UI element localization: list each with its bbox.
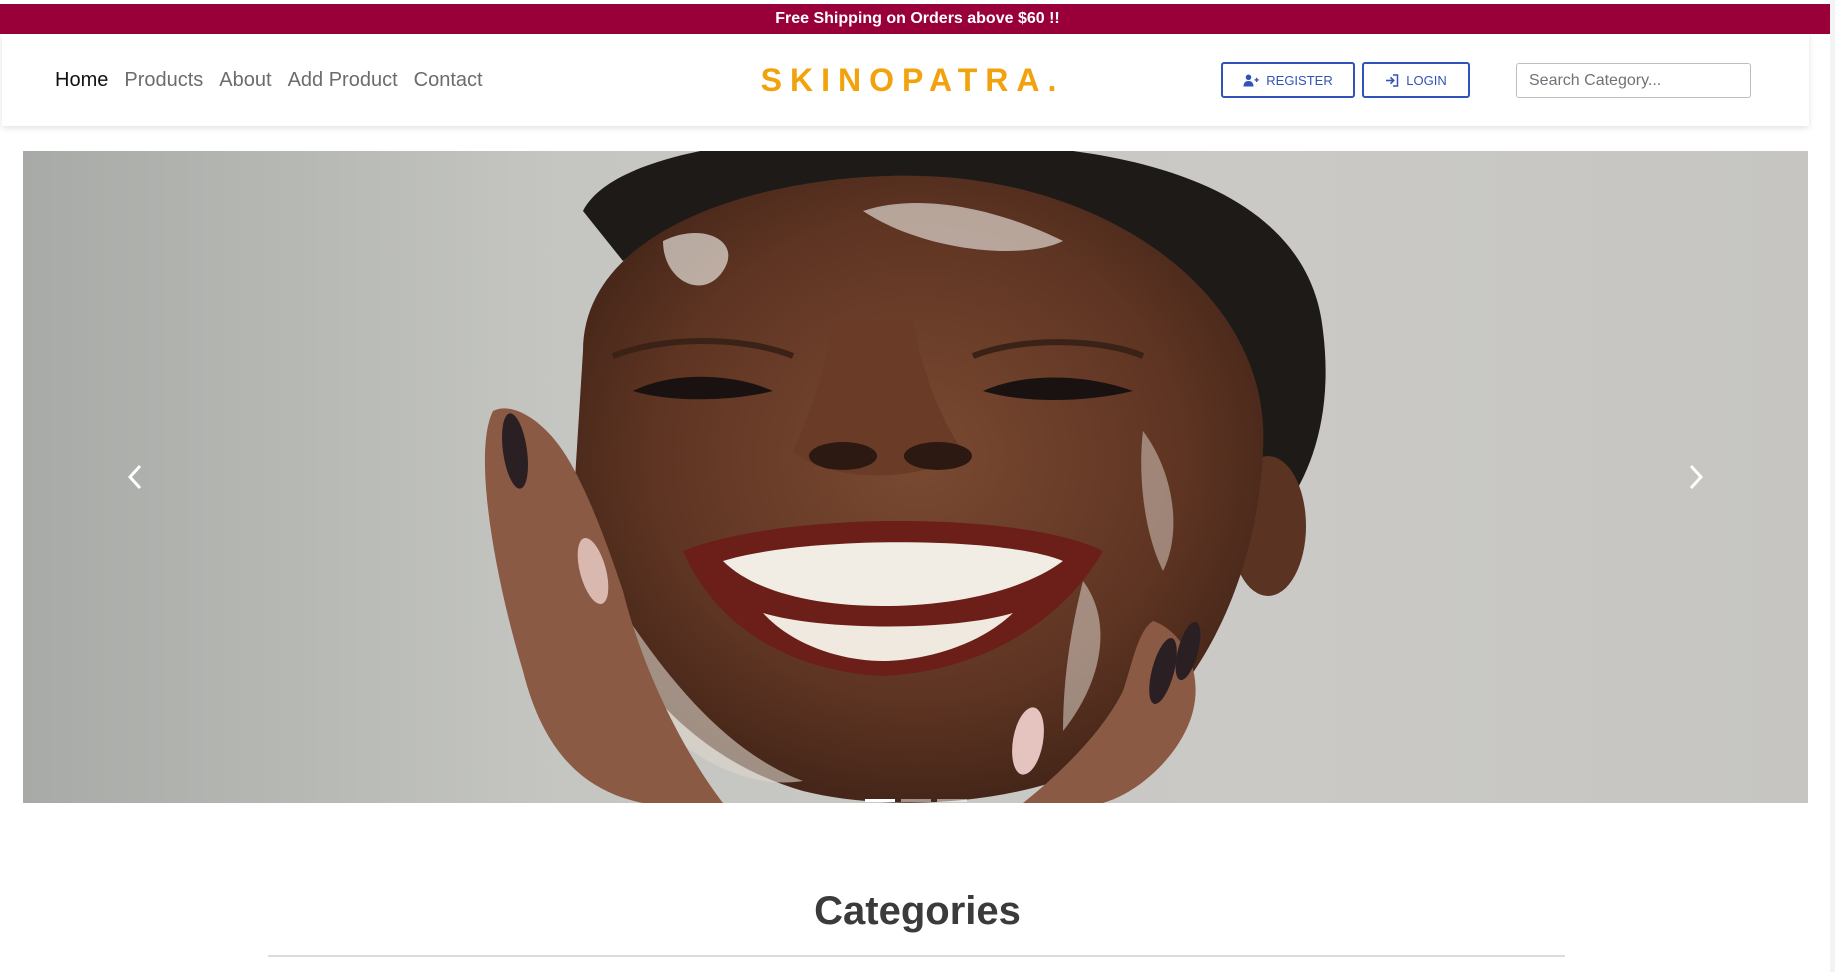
register-button[interactable]: REGISTER	[1221, 62, 1355, 98]
search-category-input[interactable]	[1516, 63, 1751, 98]
hero-slide-image	[23, 151, 1808, 803]
chevron-left-icon	[127, 464, 142, 490]
nav-link-about[interactable]: About	[219, 69, 271, 92]
sign-in-icon	[1386, 73, 1399, 87]
section-divider	[268, 955, 1565, 957]
navbar: Home Products About Add Product Contact …	[2, 34, 1809, 126]
categories-heading: Categories	[814, 889, 1021, 933]
scrollbar-track[interactable]	[1830, 0, 1835, 972]
carousel-prev-button[interactable]	[95, 422, 175, 532]
nav-link-home[interactable]: Home	[55, 69, 108, 92]
carousel-indicators	[23, 799, 1808, 802]
carousel-indicator-1[interactable]	[864, 799, 895, 802]
nav-link-add-product[interactable]: Add Product	[288, 69, 398, 92]
carousel-next-button[interactable]	[1656, 422, 1736, 532]
carousel-indicator-2[interactable]	[900, 799, 931, 802]
register-label: REGISTER	[1266, 72, 1333, 88]
nav-link-products[interactable]: Products	[124, 69, 203, 92]
login-label: LOGIN	[1406, 72, 1447, 88]
promo-banner: Free Shipping on Orders above $60 !!	[0, 4, 1835, 34]
promo-text: Free Shipping on Orders above $60 !!	[775, 10, 1060, 27]
user-plus-icon	[1243, 74, 1259, 86]
carousel-indicator-3[interactable]	[936, 799, 967, 802]
hero-carousel	[23, 151, 1808, 803]
brand-logo[interactable]: SKINOPATRA.	[761, 62, 1065, 99]
nav-links: Home Products About Add Product Contact	[55, 34, 499, 126]
chevron-right-icon	[1689, 464, 1704, 490]
nav-link-contact[interactable]: Contact	[414, 69, 483, 92]
login-button[interactable]: LOGIN	[1362, 62, 1470, 98]
